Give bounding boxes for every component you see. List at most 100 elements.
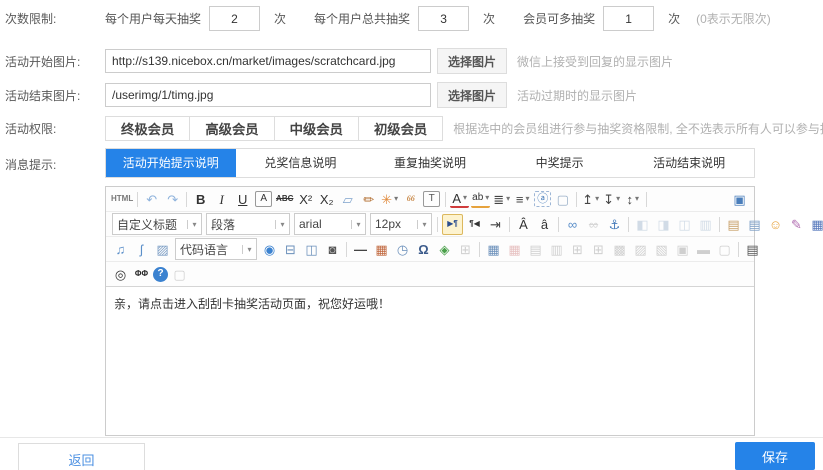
strikethrough-icon[interactable]: ABC <box>275 190 294 209</box>
anchor-text-icon[interactable]: ⓐ <box>534 191 551 207</box>
bold-icon[interactable]: B <box>191 190 210 209</box>
subscript-icon[interactable]: X₂ <box>317 190 336 209</box>
find-replace-icon[interactable]: ΦΦ <box>132 265 151 284</box>
save-button[interactable]: 保存 <box>735 442 815 470</box>
auto-typeset-icon[interactable]: ✳ <box>380 190 399 209</box>
merge-cells-icon[interactable]: ▩ <box>610 240 629 259</box>
font-family-select[interactable]: arial▾ <box>294 213 366 235</box>
date-icon[interactable]: ▦ <box>372 240 391 259</box>
editor-toolbar-row4: ◎ΦΦ?▢ <box>106 262 754 286</box>
to-uppercase-icon[interactable]: Â <box>514 215 533 234</box>
member-level-button[interactable]: 初级会员 <box>358 116 443 141</box>
bordered-text-icon[interactable]: A <box>255 191 272 207</box>
ordered-list-icon[interactable]: ≣ <box>492 190 511 209</box>
preview-icon[interactable]: ◎ <box>111 265 130 284</box>
message-tab[interactable]: 兑奖信息说明 <box>236 149 366 177</box>
anchor-icon[interactable]: ⚓ <box>605 215 624 234</box>
font-color-icon[interactable]: A <box>450 191 469 208</box>
message-tab[interactable]: 活动开始提示说明 <box>106 149 236 177</box>
full-table-icon[interactable]: ▣ <box>673 240 692 259</box>
remove-format-icon[interactable]: ▱ <box>338 190 357 209</box>
indent-top-icon[interactable]: ↥ <box>581 190 600 209</box>
formula-icon[interactable]: ⊞ <box>456 240 475 259</box>
highlight-color-icon[interactable]: ab <box>471 191 490 208</box>
underline-icon[interactable]: U <box>233 190 252 209</box>
member-level-button[interactable]: 终极会员 <box>105 116 190 141</box>
attachment-icon[interactable]: ʃ <box>132 240 151 259</box>
end-image-url-input[interactable] <box>105 83 431 107</box>
permission-hint: 根据选中的会员组进行参与抽奖资格限制, 全不选表示所有人可以参与抽奖 <box>453 120 823 137</box>
italic-icon[interactable]: I <box>212 190 231 209</box>
custom-title-select[interactable]: 自定义标题▾ <box>112 213 202 235</box>
message-tab[interactable]: 中奖提示 <box>495 149 625 177</box>
image-align-right-icon[interactable]: ▥ <box>696 215 715 234</box>
format-painter-icon[interactable]: ✏ <box>359 190 378 209</box>
ltr-icon[interactable]: ▶¶ <box>442 214 463 235</box>
delete-table-icon[interactable]: ▦ <box>505 240 524 259</box>
indent-icon[interactable]: ⇥ <box>486 215 505 234</box>
member-level-button[interactable]: 高级会员 <box>189 116 274 141</box>
unlink-icon[interactable]: ∞ <box>584 215 603 234</box>
table-row-title-icon[interactable]: ▤ <box>526 240 545 259</box>
end-image-pick-button[interactable]: 选择图片 <box>437 82 507 108</box>
image-align-center-icon[interactable]: ◫ <box>675 215 694 234</box>
image-align-left-icon[interactable]: ◨ <box>654 215 673 234</box>
code-language-select[interactable]: 代码语言▾ <box>175 238 257 260</box>
message-tab[interactable]: 重复抽奖说明 <box>365 149 495 177</box>
paste-plain-icon[interactable]: T <box>423 191 440 207</box>
start-image-pick-button[interactable]: 选择图片 <box>437 48 507 74</box>
special-char-icon[interactable]: Ω <box>414 240 433 259</box>
rtl-icon[interactable]: ¶◀ <box>465 215 484 234</box>
help-icon[interactable]: ? <box>153 267 168 282</box>
word-paste-icon[interactable]: ▢ <box>170 265 189 284</box>
total-limit-input[interactable] <box>418 6 469 31</box>
emotion-icon[interactable]: ☺ <box>766 215 785 234</box>
scrawl-icon[interactable]: ✎ <box>787 215 806 234</box>
source-code-icon[interactable]: HTML <box>111 190 133 209</box>
daily-limit-input[interactable] <box>209 6 260 31</box>
print-icon[interactable]: ▤ <box>743 240 762 259</box>
unordered-list-icon[interactable]: ≡ <box>513 190 532 209</box>
back-button[interactable]: 返回 <box>18 443 145 470</box>
table-sort-icon[interactable]: ▬ <box>694 240 713 259</box>
upload-image-icon[interactable]: ▤ <box>745 215 764 234</box>
page-break-icon[interactable]: ⊟ <box>281 240 300 259</box>
insert-code-icon[interactable]: ◉ <box>260 240 279 259</box>
custom-title-select-value: 自定义标题 <box>113 216 187 233</box>
time-icon[interactable]: ◷ <box>393 240 412 259</box>
paragraph-spacing-icon[interactable]: ↧ <box>602 190 621 209</box>
font-size-select[interactable]: 12px▾ <box>370 213 432 235</box>
insert-row-icon[interactable]: ⊞ <box>568 240 587 259</box>
split-col-icon[interactable]: ▧ <box>652 240 671 259</box>
new-doc-icon[interactable]: ▢ <box>553 190 572 209</box>
insert-image-icon[interactable]: ▤ <box>724 215 743 234</box>
member-level-button[interactable]: 中级会员 <box>274 116 359 141</box>
undo-icon[interactable]: ↶ <box>142 190 161 209</box>
member-extra-input[interactable] <box>603 6 654 31</box>
fullscreen-icon[interactable]: ▣ <box>730 190 749 209</box>
line-spacing-icon[interactable]: ↕ <box>623 190 642 209</box>
insert-col-icon[interactable]: ⊞ <box>589 240 608 259</box>
table-col-title-icon[interactable]: ▥ <box>547 240 566 259</box>
insert-table-icon[interactable]: ▦ <box>484 240 503 259</box>
to-lowercase-icon[interactable]: â <box>535 215 554 234</box>
iframe-icon[interactable]: ◫ <box>302 240 321 259</box>
horizontal-rule-icon[interactable]: — <box>351 240 370 259</box>
snapshot-icon[interactable]: ◙ <box>323 240 342 259</box>
image-align-none-icon[interactable]: ◧ <box>633 215 652 234</box>
doc-page-icon[interactable]: ▢ <box>715 240 734 259</box>
superscript-icon[interactable]: X² <box>296 190 315 209</box>
blockquote-icon[interactable]: 66 <box>401 190 420 209</box>
baidu-map-icon[interactable]: ◈ <box>435 240 454 259</box>
redo-icon[interactable]: ↷ <box>163 190 182 209</box>
editor-body[interactable]: 亲，请点击进入刮刮卡抽奖活动页面，祝您好运哦！ <box>106 286 754 435</box>
paragraph-select[interactable]: 段落▾ <box>206 213 290 235</box>
link-icon[interactable]: ∞ <box>563 215 582 234</box>
toolbar-separator <box>719 217 720 232</box>
split-row-icon[interactable]: ▨ <box>631 240 650 259</box>
message-tab[interactable]: 活动结束说明 <box>624 149 754 177</box>
music-icon[interactable]: ♫ <box>111 240 130 259</box>
start-image-url-input[interactable] <box>105 49 431 73</box>
video-icon[interactable]: ▦ <box>808 215 823 234</box>
map-icon[interactable]: ▨ <box>153 240 172 259</box>
